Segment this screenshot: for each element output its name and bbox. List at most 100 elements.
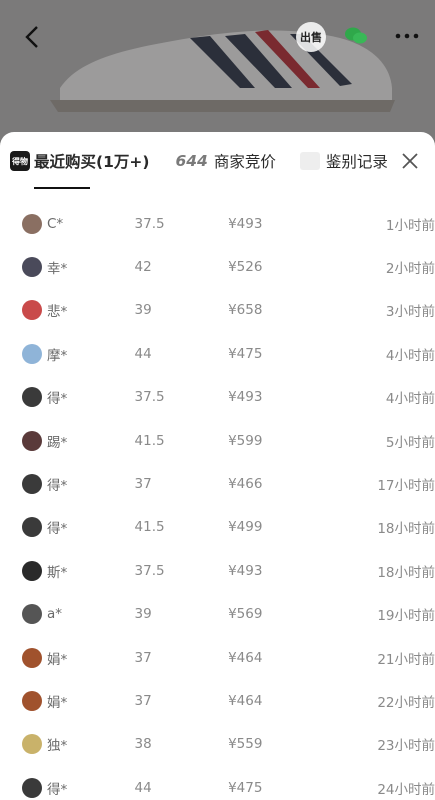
purchase-row: 得* 44 ¥475 24小时前	[0, 766, 435, 800]
buyer-name: 得*	[47, 391, 68, 408]
buyer-name: 摩*	[47, 347, 68, 364]
close-icon[interactable]	[401, 152, 419, 170]
sale-price: ¥464	[228, 649, 263, 666]
user-avatar	[22, 604, 42, 625]
purchase-row: 得* 41.5 ¥499 18小时前	[0, 506, 435, 549]
tab-bid-label: 商家竞价	[213, 153, 276, 171]
user-avatar	[22, 430, 42, 451]
purchase-time: 4小时前	[385, 391, 435, 408]
purchase-row: 娟* 37 ¥464 21小时前	[0, 636, 435, 679]
buyer-name: 斯*	[47, 564, 68, 581]
shoe-size: 42	[134, 259, 152, 276]
shoe-size: 39	[134, 606, 152, 623]
shoe-size: 38	[134, 736, 152, 753]
user-avatar	[22, 734, 42, 755]
shoe-size: 37.5	[134, 215, 165, 232]
purchase-row: 独* 38 ¥559 23小时前	[0, 723, 435, 766]
shoe-size: 37	[134, 649, 152, 666]
user-avatar	[22, 517, 42, 538]
purchase-row: 幸* 42 ¥526 2小时前	[0, 245, 435, 288]
sale-price: ¥499	[228, 519, 263, 536]
buyer-name: 独*	[47, 738, 68, 755]
user-avatar	[22, 560, 42, 581]
purchase-row: C* 37.5 ¥493 1小时前	[0, 202, 435, 245]
purchase-time: 18小时前	[377, 564, 435, 581]
sale-price: ¥569	[228, 606, 263, 623]
purchase-time: 3小时前	[385, 304, 435, 321]
tab-recent-purchases[interactable]: 得物 最近购买(1万+)	[10, 150, 150, 189]
bid-count: 644	[175, 152, 208, 170]
shoe-size: 44	[134, 779, 152, 796]
more-icon[interactable]	[393, 26, 421, 46]
sale-price: ¥658	[228, 302, 263, 319]
shoe-size: 37	[134, 476, 152, 493]
records-sheet: 得物 最近购买(1万+) 644 商家竞价 鉴别记录 C* 37.5 ¥493 1小时…	[0, 132, 435, 800]
user-avatar	[22, 257, 42, 278]
purchase-row: a* 39 ¥569 19小时前	[0, 593, 435, 636]
sale-price: ¥493	[228, 562, 263, 579]
user-avatar	[22, 647, 42, 668]
purchase-row: 踢* 41.5 ¥599 5小时前	[0, 419, 435, 462]
dewu-logo-icon: 得物	[10, 151, 30, 171]
user-avatar	[22, 387, 42, 408]
buyer-name: 得*	[47, 521, 68, 538]
sale-price: ¥493	[228, 215, 263, 232]
shoe-size: 39	[134, 302, 152, 319]
record-tabs: 得物 最近购买(1万+) 644 商家竞价 鉴别记录	[0, 132, 435, 190]
sell-badge[interactable]: 出售	[296, 22, 326, 52]
shoe-size: 44	[134, 345, 152, 362]
buyer-name: 得*	[47, 781, 68, 798]
user-avatar	[22, 474, 42, 495]
purchase-list: C* 37.5 ¥493 1小时前幸* 42 ¥526 2小时前悲* 39 ¥658 3小时前摩*…	[0, 202, 435, 800]
purchase-time: 2小时前	[385, 261, 435, 278]
buyer-name: 踢*	[47, 434, 68, 451]
shoe-thumbnail-icon	[299, 152, 320, 170]
wechat-icon[interactable]	[344, 26, 368, 46]
buyer-name: 得*	[47, 478, 68, 495]
user-avatar	[22, 690, 42, 711]
buyer-name: C*	[47, 215, 64, 232]
sale-price: ¥466	[228, 476, 263, 493]
back-arrow-icon[interactable]	[18, 22, 48, 52]
shoe-size: 37	[134, 692, 152, 709]
purchase-row: 斯* 37.5 ¥493 18小时前	[0, 549, 435, 592]
sale-price: ¥559	[228, 736, 263, 753]
purchase-row: 娟* 37 ¥464 22小时前	[0, 679, 435, 722]
purchase-row: 得* 37 ¥466 17小时前	[0, 462, 435, 505]
buyer-name: a*	[47, 606, 63, 623]
purchase-time: 4小时前	[385, 347, 435, 364]
user-avatar	[22, 213, 42, 234]
purchase-time: 19小时前	[377, 608, 435, 625]
sale-price: ¥475	[228, 345, 263, 362]
purchase-time: 21小时前	[377, 651, 435, 668]
purchase-time: 17小时前	[377, 478, 435, 495]
tab-merchant-bids[interactable]: 644 商家竞价	[175, 150, 275, 172]
purchase-row: 摩* 44 ¥475 4小时前	[0, 332, 435, 375]
buyer-name: 娟*	[47, 694, 68, 711]
shoe-size: 37.5	[134, 562, 165, 579]
purchase-time: 22小时前	[377, 694, 435, 711]
tab-auth-label: 鉴别记录	[325, 153, 388, 171]
tab-recent-label: 最近购买(1万+)	[34, 153, 150, 171]
purchase-row: 得* 37.5 ¥493 4小时前	[0, 376, 435, 419]
sale-price: ¥493	[228, 389, 263, 406]
purchase-time: 23小时前	[377, 738, 435, 755]
user-avatar	[22, 300, 42, 321]
sale-price: ¥464	[228, 692, 263, 709]
sale-price: ¥526	[228, 259, 263, 276]
buyer-name: 娟*	[47, 651, 68, 668]
shoe-size: 41.5	[134, 432, 165, 449]
purchase-time: 18小时前	[377, 521, 435, 538]
sale-price: ¥475	[228, 779, 263, 796]
buyer-name: 幸*	[47, 261, 68, 278]
user-avatar	[22, 777, 42, 798]
shoe-image	[50, 30, 395, 112]
sale-price: ¥599	[228, 432, 263, 449]
purchase-time: 24小时前	[377, 781, 435, 798]
shoe-size: 37.5	[134, 389, 165, 406]
user-avatar	[22, 343, 42, 364]
buyer-name: 悲*	[47, 304, 68, 321]
purchase-time: 5小时前	[385, 434, 435, 451]
purchase-time: 1小时前	[385, 217, 435, 234]
tab-authentication-records[interactable]: 鉴别记录	[299, 150, 388, 172]
